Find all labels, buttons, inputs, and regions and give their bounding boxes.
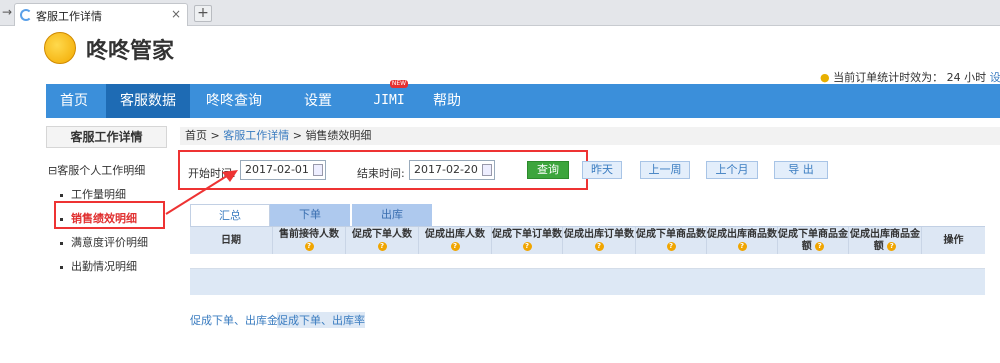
footer-link-rate[interactable]: 促成下单、出库率: [277, 312, 365, 328]
help-icon[interactable]: ?: [737, 241, 747, 251]
table-header: 日期 售前接待人数? 促成下单人数? 促成出库人数? 促成下单订单数 ? 促成出…: [190, 226, 985, 255]
column-header: 促成下单商品金额 ?: [778, 229, 848, 252]
sidebar-title: 客服工作详情: [46, 126, 167, 148]
tab-order[interactable]: 下单: [270, 204, 350, 226]
footer-link-amount[interactable]: 促成下单、出库金额: [190, 312, 289, 328]
last-month-button[interactable]: 上个月: [706, 161, 758, 179]
sidebar-item-workload[interactable]: 工作量明细: [60, 186, 126, 202]
breadcrumb-home[interactable]: 首页: [185, 129, 207, 142]
start-date-input[interactable]: 2017-02-01: [240, 160, 326, 180]
notice-value: 24 小时: [946, 71, 987, 84]
column-header: 操作: [943, 235, 964, 246]
notice-text: 当前订单统计时效为：: [833, 71, 944, 84]
app-logo-icon: [44, 32, 76, 64]
column-header: 促成出库订单数 ?: [564, 229, 634, 251]
help-icon[interactable]: ?: [450, 241, 460, 251]
sidebar-group-label: 客服个人工作明细: [57, 164, 146, 177]
bullet-icon: [60, 241, 63, 245]
column-header: 日期: [221, 235, 241, 246]
bulb-icon: ●: [820, 71, 830, 84]
breadcrumb-parent[interactable]: 客服工作详情: [223, 129, 289, 142]
nav-help[interactable]: 帮助: [424, 84, 470, 118]
end-date-input[interactable]: 2017-02-20: [409, 160, 495, 180]
sidebar-group[interactable]: ⊟客服个人工作明细: [48, 162, 145, 178]
new-badge: NEW: [390, 80, 408, 88]
column-header: 促成下单人数?: [352, 229, 412, 251]
nav-jimi[interactable]: JIMI: [368, 84, 410, 118]
highlight-box-sidebar: [54, 201, 165, 229]
loading-spinner-icon: [20, 9, 32, 21]
browser-tab[interactable]: 客服工作详情 ×: [14, 3, 188, 26]
nav-dongdong-query[interactable]: 咚咚查询: [194, 84, 274, 118]
table-row: [190, 269, 985, 295]
collapse-icon[interactable]: ⊟: [48, 164, 57, 177]
table-row: [190, 254, 985, 269]
column-header: 促成出库人数?: [425, 229, 485, 251]
back-arrow-icon[interactable]: →: [2, 5, 12, 19]
help-icon[interactable]: ?: [377, 241, 387, 251]
help-icon[interactable]: ?: [887, 241, 897, 251]
help-icon[interactable]: ?: [666, 241, 676, 251]
help-icon[interactable]: ?: [522, 241, 532, 251]
yesterday-button[interactable]: 昨天: [582, 161, 622, 179]
calendar-icon[interactable]: [482, 164, 492, 176]
end-time-label: 结束时间:: [357, 167, 405, 180]
main-nav: 首页 客服数据 咚咚查询 设置 JIMI 帮助: [46, 84, 1000, 118]
bullet-icon: [60, 265, 63, 269]
app-name: 咚咚管家: [86, 39, 175, 64]
breadcrumb-current: 销售绩效明细: [305, 129, 372, 142]
tab-summary[interactable]: 汇总: [190, 204, 270, 226]
column-header: 促成出库商品数 ?: [707, 229, 777, 251]
calendar-icon[interactable]: [313, 164, 323, 176]
column-header: 促成出库商品金额 ?: [850, 229, 920, 252]
column-header: 促成下单订单数 ?: [492, 229, 562, 251]
browser-tab-bar: → 客服工作详情 × +: [0, 0, 1000, 26]
last-week-button[interactable]: 上一周: [640, 161, 690, 179]
sidebar-item-satisfaction[interactable]: 满意度评价明细: [60, 234, 148, 250]
breadcrumb: 首页 > 客服工作详情 > 销售绩效明细: [180, 127, 1000, 145]
help-icon[interactable]: ?: [594, 241, 604, 251]
tab-shipment[interactable]: 出库: [352, 204, 432, 226]
nav-settings[interactable]: 设置: [292, 84, 344, 118]
export-button[interactable]: 导 出: [774, 161, 828, 179]
notice-settings-link[interactable]: 设: [990, 71, 1000, 84]
help-icon[interactable]: ?: [815, 241, 825, 251]
nav-service-data[interactable]: 客服数据: [106, 84, 190, 118]
tab-title: 客服工作详情: [36, 10, 102, 23]
new-tab-button[interactable]: +: [194, 5, 212, 22]
sidebar-item-attendance[interactable]: 出勤情况明细: [60, 258, 137, 274]
stats-notice: ● 当前订单统计时效为： 24 小时 设: [820, 69, 1000, 85]
bullet-icon: [60, 193, 63, 197]
query-button[interactable]: 查询: [527, 161, 569, 179]
help-icon[interactable]: ?: [304, 241, 314, 251]
column-header: 促成下单商品数 ?: [636, 229, 706, 251]
nav-home[interactable]: 首页: [46, 84, 102, 118]
tab-close-icon[interactable]: ×: [171, 7, 181, 21]
app-header: 咚咚管家 ● 当前订单统计时效为： 24 小时 设: [0, 27, 1000, 85]
column-header: 售前接待人数?: [279, 229, 339, 251]
